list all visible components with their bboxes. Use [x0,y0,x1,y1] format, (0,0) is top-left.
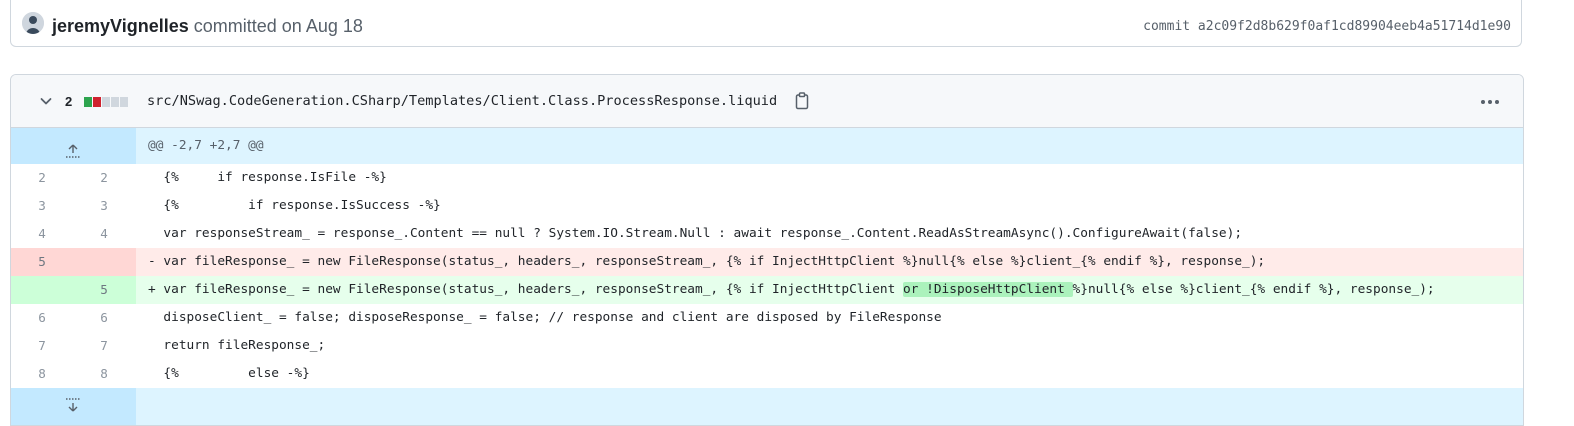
code-text: var responseStream_ = response_.Content … [148,226,1243,241]
commit-header: jeremyVignelles committed on Aug 18 comm… [10,0,1522,47]
diff-line-context: 66 disposeClient_ = false; disposeRespon… [11,304,1523,332]
expand-down-row [11,388,1523,425]
new-line-number[interactable]: 5 [73,276,135,304]
author-link[interactable]: jeremyVignelles [52,16,189,36]
code-text: {% else -%} [148,366,310,381]
diffstat-blocks [84,97,128,107]
diff-line-context: 77 return fileResponse_; [11,332,1523,360]
expand-up-icon[interactable] [63,138,83,158]
code-text: {% if response.IsFile -%} [148,170,387,185]
diffstat-block [93,97,101,107]
new-line-number[interactable]: 4 [73,220,135,248]
diffstat-block [84,97,92,107]
new-line-number[interactable]: 8 [73,360,135,388]
old-line-number[interactable]: 5 [11,248,73,276]
diffstat-count: 2 [65,94,73,109]
file-path[interactable]: src/NSwag.CodeGeneration.CSharp/Template… [147,93,777,109]
code-segment: %}null{% else %}client_{% endif %}, resp… [1072,282,1435,297]
diffstat-block [120,97,128,107]
new-line-number[interactable]: 2 [73,164,135,192]
diff-line-context: 22 {% if response.IsFile -%} [11,164,1523,192]
new-line-number[interactable]: 6 [73,304,135,332]
code-text: - var fileResponse_ = new FileResponse(s… [148,254,1266,269]
copy-icon[interactable] [794,92,810,110]
hunk-header-text: @@ -2,7 +2,7 @@ [148,138,264,153]
code-text: + var fileResponse_ = new FileResponse(s… [148,276,1435,304]
old-line-number[interactable]: 2 [11,164,73,192]
code-text: disposeClient_ = false; disposeResponse_… [148,310,942,325]
diff-line-added: 5 + var fileResponse_ = new FileResponse(… [11,276,1523,304]
diff-line-context: 88 {% else -%} [11,360,1523,388]
avatar[interactable] [22,12,44,34]
old-line-number[interactable]: 7 [11,332,73,360]
old-line-number[interactable]: 4 [11,220,73,248]
old-line-number[interactable]: 6 [11,304,73,332]
file-header: 2 src/NSwag.CodeGeneration.CSharp/Templa… [11,75,1523,128]
old-line-number[interactable]: 8 [11,360,73,388]
expand-down-icon[interactable] [63,396,83,412]
kebab-menu-icon[interactable] [1479,95,1501,107]
old-line-number[interactable]: 3 [11,192,73,220]
code-segment: + var fileResponse_ = new FileResponse(s… [148,282,904,297]
commit-sha[interactable]: commit a2c09f2d8b629f0af1cd89904eeb4a517… [1143,19,1511,34]
new-line-number[interactable]: 3 [73,192,135,220]
added-word-highlight: or !DisposeHttpClient [903,282,1073,297]
committed-date: committed on Aug 18 [193,16,363,36]
collapse-chevron-icon[interactable] [38,93,54,109]
code-text: {% if response.IsSuccess -%} [148,198,441,213]
diff-line-deleted: 5 - var fileResponse_ = new FileResponse(… [11,248,1523,276]
diff-line-context: 33 {% if response.IsSuccess -%} [11,192,1523,220]
file-diff: 2 src/NSwag.CodeGeneration.CSharp/Templa… [10,74,1524,426]
old-line-number[interactable] [11,276,73,304]
diffstat-block [111,97,119,107]
new-line-number[interactable]: 7 [73,332,135,360]
diffstat-block [102,97,110,107]
diff-line-context: 44 var responseStream_ = response_.Conte… [11,220,1523,248]
hunk-header-row: @@ -2,7 +2,7 @@ [11,128,1523,164]
commit-author-line: jeremyVignelles committed on Aug 18 [52,15,363,37]
new-line-number[interactable] [73,248,135,276]
code-text: return fileResponse_; [148,338,326,353]
